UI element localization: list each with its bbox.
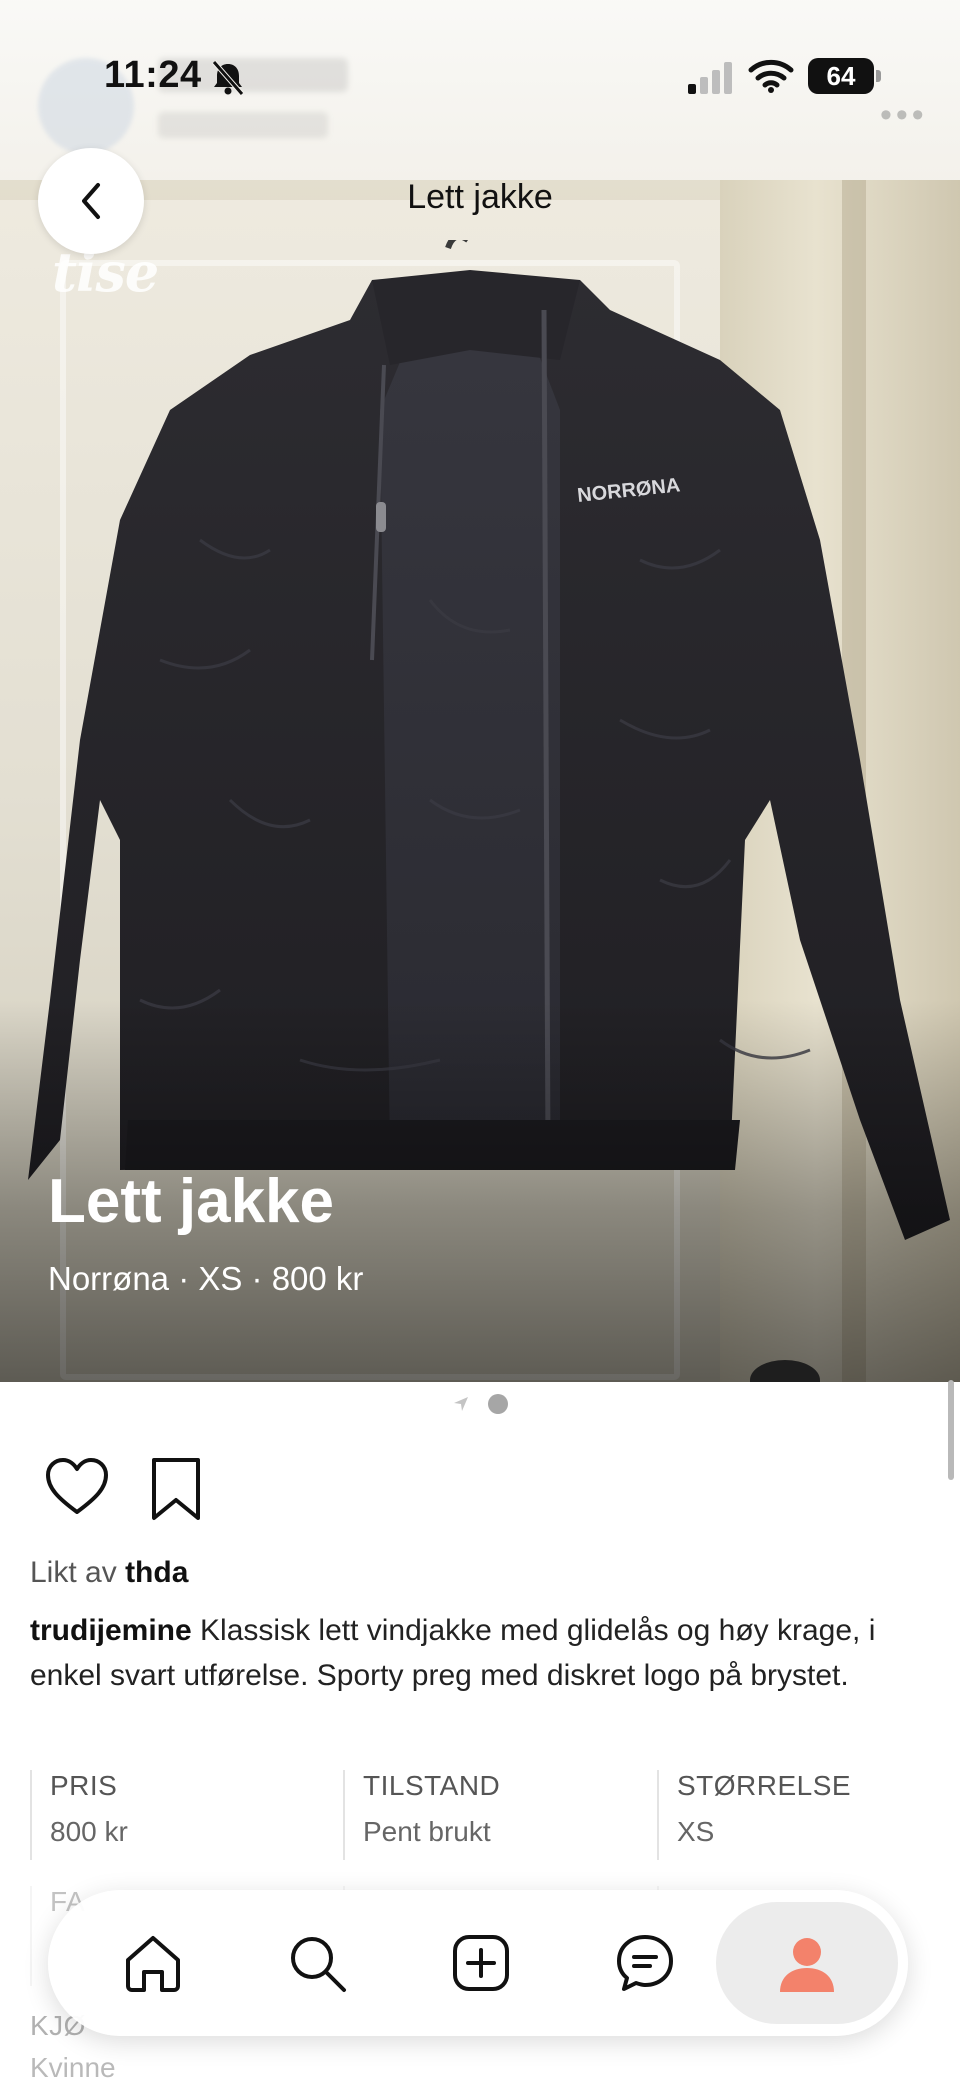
cellular-signal-icon bbox=[688, 62, 732, 94]
detail-label: PRIS bbox=[50, 1770, 118, 1801]
detail-size: STØRRELSE XS bbox=[657, 1770, 947, 1860]
battery-tip bbox=[876, 70, 881, 82]
status-time: 11:24 bbox=[104, 54, 202, 96]
battery-icon: 64 bbox=[808, 58, 874, 94]
detail-label: TILSTAND bbox=[363, 1770, 501, 1801]
nav-messages[interactable] bbox=[602, 1920, 688, 2006]
nav-profile[interactable] bbox=[716, 1902, 898, 2024]
detail-value: 800 kr bbox=[50, 1816, 128, 1847]
add-listing-icon bbox=[453, 1935, 509, 1991]
listing-title: Lett jakke bbox=[48, 1167, 335, 1236]
wifi-icon bbox=[748, 59, 794, 93]
seller-location-blurred bbox=[158, 112, 328, 138]
search-icon bbox=[291, 1937, 346, 1992]
pager-dot-active[interactable] bbox=[488, 1394, 508, 1414]
detail-value: XS bbox=[677, 1816, 715, 1847]
listing-meta: Norrøna · XS · 800 kr bbox=[48, 1260, 364, 1297]
heart-icon[interactable] bbox=[44, 1456, 110, 1518]
nav-add-listing[interactable] bbox=[438, 1920, 524, 2006]
nav-search[interactable] bbox=[274, 1920, 360, 2006]
bottom-navigation bbox=[48, 1890, 908, 2036]
author-username[interactable]: trudijemine bbox=[30, 1614, 192, 1647]
detail-value: Pent brukt bbox=[363, 1816, 491, 1847]
liked-by-prefix: Likt av bbox=[30, 1556, 117, 1589]
location-arrow-icon bbox=[454, 1397, 468, 1411]
liked-by: Likt av thda bbox=[30, 1556, 188, 1590]
bookmark-icon[interactable] bbox=[148, 1456, 204, 1522]
image-pager bbox=[0, 1392, 960, 1416]
listing-description: trudijemine Klassisk lett vindjakke med … bbox=[30, 1608, 935, 1698]
more-options-icon: ••• bbox=[880, 96, 928, 134]
nav-home[interactable] bbox=[110, 1920, 196, 2006]
liked-by-user[interactable]: thda bbox=[125, 1556, 188, 1589]
detail-label: STØRRELSE bbox=[677, 1770, 852, 1801]
page-title: Lett jakke bbox=[407, 178, 553, 216]
scrollbar[interactable] bbox=[948, 1380, 954, 1480]
detail-value: Kvinne bbox=[30, 2052, 116, 2083]
bell-muted-icon bbox=[212, 60, 244, 96]
profile-icon bbox=[780, 1938, 834, 1992]
detail-price: PRIS 800 kr bbox=[30, 1770, 320, 1860]
detail-condition: TILSTAND Pent brukt bbox=[343, 1770, 633, 1860]
messages-icon bbox=[617, 1935, 673, 1991]
home-icon bbox=[126, 1936, 180, 1992]
